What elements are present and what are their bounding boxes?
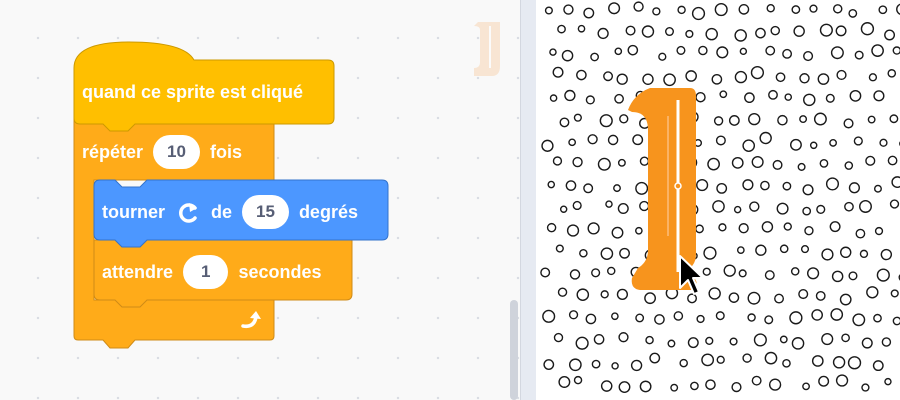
mouse-pointer-icon: [679, 255, 704, 295]
repeat-times-label: fois: [209, 141, 242, 162]
seconds-label: secondes: [238, 261, 322, 282]
turn-label: tourner: [102, 201, 165, 222]
sprite-thumbnail-icon: [474, 22, 500, 76]
degrees-label: degrés: [298, 201, 358, 222]
wait-block[interactable]: attendre 1 secondes: [102, 252, 332, 292]
turn-right-block[interactable]: tourner de 15 degrés: [102, 192, 368, 232]
repeat-label: répéter: [82, 141, 144, 162]
polka-dot-backdrop: [540, 1, 900, 393]
code-workspace[interactable]: quand ce sprite est cliqué répéter 10 fo…: [0, 0, 520, 400]
hat-block-label: quand ce sprite est cliqué: [82, 81, 304, 102]
loop-arrow-icon: [238, 308, 264, 337]
repeat-block[interactable]: répéter 10 fois: [82, 132, 252, 172]
repeat-count-input[interactable]: 10: [153, 135, 200, 169]
panel-divider[interactable]: [520, 0, 537, 400]
stage-canvas[interactable]: [536, 0, 900, 400]
when-sprite-clicked-hat-block[interactable]: quand ce sprite est cliqué: [82, 72, 313, 112]
turn-of-label: de: [211, 201, 233, 222]
workspace-scrollbar[interactable]: [510, 300, 518, 400]
rotate-clockwise-icon: [175, 200, 201, 224]
wait-seconds-input[interactable]: 1: [183, 255, 229, 289]
wait-label: attendre: [102, 261, 174, 282]
degrees-input[interactable]: 15: [242, 195, 289, 229]
